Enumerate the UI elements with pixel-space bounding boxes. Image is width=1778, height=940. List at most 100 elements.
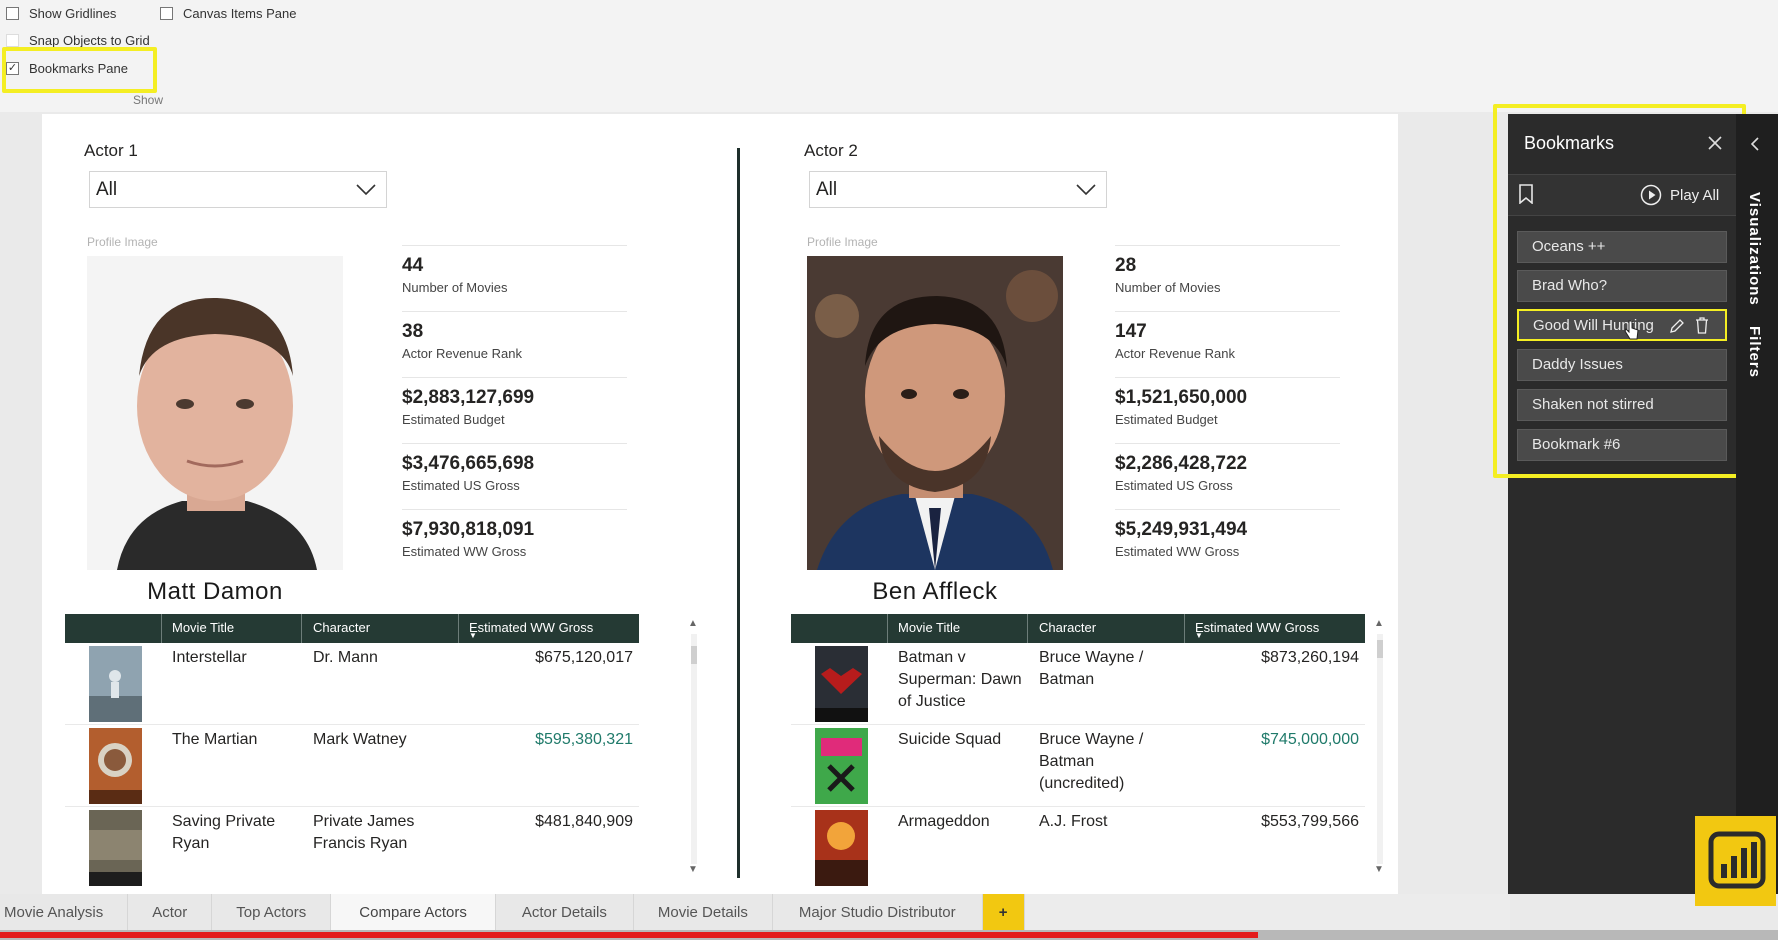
header-character[interactable]: Character	[1039, 620, 1096, 635]
cell-character: A.J. Frost	[1039, 813, 1108, 830]
video-progress-bar[interactable]	[0, 930, 1778, 940]
progress-fill	[0, 932, 1258, 938]
cell-ww-gross: $481,840,909	[535, 813, 633, 830]
actor1-name: Matt Damon	[147, 578, 283, 605]
actor2-table-scrollbar[interactable]: ▲ ▼	[1374, 618, 1384, 876]
table-row[interactable]: The Martian Mark Watney $595,380,321	[65, 725, 639, 807]
actor-portrait-icon	[807, 256, 1063, 570]
kpi-value: $1,521,650,000	[1115, 387, 1248, 408]
scroll-up-icon[interactable]: ▲	[1374, 618, 1384, 629]
kpi-caption: Estimated US Gross	[402, 478, 520, 493]
add-page-button[interactable]: +	[982, 894, 1025, 930]
kpi-caption: Estimated US Gross	[1115, 478, 1233, 493]
tab-movie-analysis[interactable]: Movie Analysis	[0, 894, 129, 930]
view-ribbon: Show Gridlines Snap Objects to Grid ✓ Bo…	[0, 0, 1778, 112]
cell-movie-title: The Martian	[172, 731, 258, 748]
kpi-value: $5,249,931,494	[1115, 519, 1248, 540]
kpi-value: 38	[402, 321, 424, 342]
tab-compare-actors[interactable]: Compare Actors	[331, 894, 496, 930]
kpi-value: 147	[1115, 321, 1147, 342]
cell-ww-gross: $675,120,017	[535, 649, 633, 666]
column-separator	[301, 614, 302, 643]
header-character[interactable]: Character	[313, 620, 370, 635]
tab-actor[interactable]: Actor	[128, 894, 213, 930]
actor1-profile-image	[87, 256, 343, 570]
scroll-down-icon[interactable]: ▼	[688, 864, 698, 875]
kpi-card: $7,930,818,091 Estimated WW Gross	[402, 509, 627, 575]
actor2-kpi-list: 28 Number of Movies 147 Actor Revenue Rank…	[1115, 245, 1340, 567]
actor2-name: Ben Affleck	[872, 578, 998, 605]
table-row[interactable]: Batman v Superman: Dawn of Justice Bruce…	[791, 643, 1365, 725]
kpi-card: $1,521,650,000 Estimated Budget	[1115, 377, 1340, 443]
bookmarks-pane-label: Bookmarks Pane	[29, 61, 128, 76]
page-tabs: Movie Analysis Actor Top Actors Compare …	[0, 894, 1510, 930]
scroll-down-icon[interactable]: ▼	[1374, 864, 1384, 875]
actor2-profile-label: Profile Image	[807, 235, 878, 249]
actor2-profile-image	[807, 256, 1063, 570]
snap-objects-label: Snap Objects to Grid	[29, 33, 150, 48]
powerbi-logo	[1695, 816, 1776, 906]
tab-movie-details[interactable]: Movie Details	[633, 894, 773, 930]
column-separator	[1184, 614, 1185, 643]
actor1-table-scrollbar[interactable]: ▲ ▼	[688, 618, 698, 876]
scroll-thumb[interactable]	[691, 646, 697, 664]
header-movie-title[interactable]: Movie Title	[898, 620, 960, 635]
header-ww-gross[interactable]: Estimated WW Gross	[469, 620, 593, 635]
snap-to-grid-checkbox[interactable]: Snap Objects to Grid	[6, 33, 150, 48]
column-separator	[1027, 614, 1028, 643]
actor1-label: Actor 1	[84, 141, 138, 160]
header-ww-gross[interactable]: Estimated WW Gross	[1195, 620, 1319, 635]
cell-ww-gross: $745,000,000	[1261, 731, 1359, 748]
kpi-caption: Estimated WW Gross	[1115, 544, 1240, 559]
table-row[interactable]: Suicide Squad Bruce Wayne / Batman (uncr…	[791, 725, 1365, 807]
tab-major-studio-distributor[interactable]: Major Studio Distributor	[772, 894, 983, 930]
actor2-slicer[interactable]: All	[809, 171, 1107, 208]
cell-ww-gross: $595,380,321	[535, 731, 633, 748]
cell-character: Bruce Wayne / Batman	[1039, 649, 1144, 688]
kpi-caption: Number of Movies	[402, 280, 508, 295]
actor1-slicer[interactable]: All	[89, 171, 387, 208]
chevron-down-icon	[356, 183, 376, 195]
header-movie-title[interactable]: Movie Title	[172, 620, 234, 635]
kpi-card: 44 Number of Movies	[402, 245, 627, 311]
kpi-caption: Actor Revenue Rank	[1115, 346, 1235, 361]
movie-poster-icon	[89, 810, 142, 886]
movie-poster-icon	[815, 728, 868, 804]
table-row[interactable]: Saving Private Ryan Private James Franci…	[65, 807, 639, 889]
actor1-table-header: Movie Title Character Estimated WW Gross…	[65, 614, 639, 643]
kpi-card: $5,249,931,494 Estimated WW Gross	[1115, 509, 1340, 567]
kpi-card: 147 Actor Revenue Rank	[1115, 311, 1340, 377]
kpi-card: $3,476,665,698 Estimated US Gross	[402, 443, 627, 509]
cell-character: Mark Watney	[313, 731, 407, 748]
scroll-thumb[interactable]	[1377, 640, 1383, 658]
scroll-track	[691, 634, 697, 864]
cell-movie-title: Suicide Squad	[898, 731, 1002, 748]
tab-actor-details[interactable]: Actor Details	[495, 894, 634, 930]
sort-desc-icon: ▼	[469, 631, 477, 640]
scroll-up-icon[interactable]: ▲	[688, 618, 698, 629]
show-gridlines-label: Show Gridlines	[29, 6, 117, 21]
cell-ww-gross: $553,799,566	[1261, 813, 1359, 830]
kpi-card: 38 Actor Revenue Rank	[402, 311, 627, 377]
actor2-slicer-value: All	[816, 178, 838, 200]
canvas-items-checkbox[interactable]: Canvas Items Pane	[160, 6, 296, 21]
bookmarks-pane-checkbox[interactable]: ✓ Bookmarks Pane	[6, 61, 128, 76]
visualizations-tab[interactable]: Visualizations	[1746, 192, 1763, 306]
checkmark-icon: ✓	[6, 62, 19, 75]
kpi-card: $2,286,428,722 Estimated US Gross	[1115, 443, 1340, 509]
tab-top-actors[interactable]: Top Actors	[212, 894, 332, 930]
movie-poster-icon	[89, 646, 142, 722]
scroll-track	[1377, 634, 1383, 864]
kpi-value: $2,286,428,722	[1115, 453, 1248, 474]
collapsed-side-panels: Visualizations Filters	[1736, 114, 1778, 894]
cell-character: Bruce Wayne / Batman (uncredited)	[1039, 731, 1144, 792]
chevron-down-icon	[1076, 183, 1096, 195]
chevron-left-icon[interactable]	[1750, 136, 1760, 152]
filters-tab[interactable]: Filters	[1746, 326, 1763, 378]
show-gridlines-checkbox[interactable]: Show Gridlines	[6, 6, 116, 21]
table-row[interactable]: Armageddon A.J. Frost $553,799,566	[791, 807, 1365, 889]
show-group-label: Show	[133, 93, 164, 107]
actor2-table-header: Movie Title Character Estimated WW Gross…	[791, 614, 1365, 643]
table-row[interactable]: Interstellar Dr. Mann $675,120,017	[65, 643, 639, 725]
cell-movie-title: Armageddon	[898, 813, 990, 830]
